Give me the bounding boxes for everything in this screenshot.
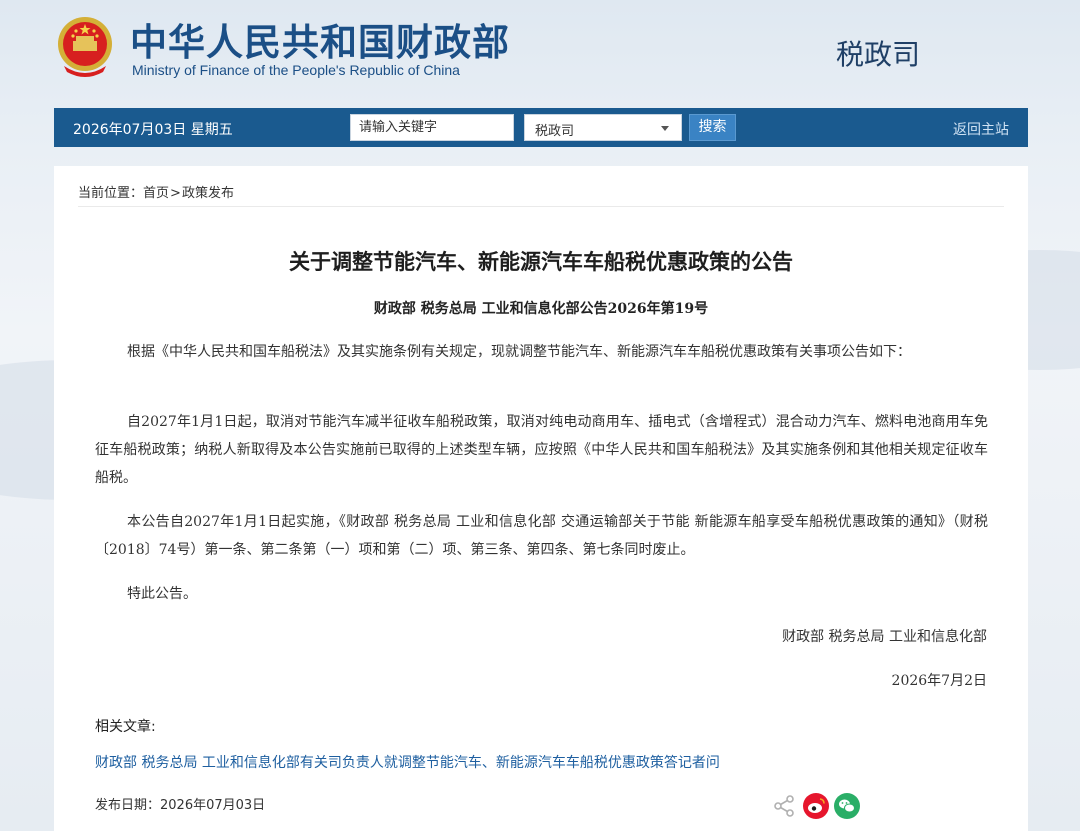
article-date: 2026年7月2日: [891, 673, 987, 689]
share-icon[interactable]: [771, 793, 797, 819]
article-signature: 财政部 税务总局 工业和信息化部: [782, 629, 987, 645]
related-article-link[interactable]: 财政部 税务总局 工业和信息化部有关司负责人就调整节能汽车、新能源汽车车船税优惠…: [95, 752, 720, 772]
breadcrumb-prefix: 当前位置：: [78, 186, 144, 201]
publish-date-label: 发布日期：: [95, 798, 161, 813]
content-panel: 当前位置：首页>政策发布 关于调整节能汽车、新能源汽车车船税优惠政策的公告 财政…: [54, 166, 1028, 831]
article-paragraph: 本公告自2027年1月1日起实施，《财政部 税务总局 工业和信息化部 交通运输部…: [95, 514, 988, 558]
breadcrumb-separator: >: [170, 186, 181, 201]
article-paragraph: 自2027年1月1日起，取消对节能汽车减半征收车船税政策，取消对纯电动商用车、插…: [95, 414, 988, 486]
article-paragraph: 特此公告。: [127, 586, 197, 602]
national-emblem-icon[interactable]: [54, 14, 116, 78]
department-select[interactable]: 税政司: [524, 114, 682, 141]
breadcrumb-home-link[interactable]: 首页: [143, 186, 169, 201]
publish-date: 发布日期：2026年07月03日: [95, 794, 265, 813]
publish-date-value: 2026年07月03日: [160, 798, 266, 813]
related-articles-heading: 相关文章:: [95, 719, 156, 735]
current-date: 2026年07月03日 星期五: [73, 122, 233, 138]
weibo-icon[interactable]: [803, 793, 829, 819]
article-paragraph: 根据《中华人民共和国车船税法》及其实施条例有关规定，现就调整节能汽车、新能源汽车…: [127, 344, 911, 360]
site-subtitle: Ministry of Finance of the People's Repu…: [132, 62, 460, 78]
article-title: 关于调整节能汽车、新能源汽车车船税优惠政策的公告: [289, 250, 793, 274]
site-header: 中华人民共和国财政部 Ministry of Finance of the Pe…: [0, 0, 1080, 108]
breadcrumb: 当前位置：首页>政策发布: [78, 182, 234, 201]
wechat-icon[interactable]: [834, 793, 860, 819]
document-number: 财政部 税务总局 工业和信息化部公告2026年第19号: [373, 301, 709, 317]
search-input[interactable]: [350, 114, 514, 141]
chevron-down-icon: [661, 126, 669, 131]
breadcrumb-divider: [78, 206, 1004, 207]
search-button[interactable]: 搜索: [689, 114, 736, 141]
department-name: 税政司: [836, 38, 921, 71]
site-title: 中华人民共和国财政部: [130, 21, 510, 64]
department-select-value: 税政司: [535, 124, 575, 139]
breadcrumb-section-link[interactable]: 政策发布: [182, 186, 234, 201]
navbar: 2026年07月03日 星期五 税政司 搜索 返回主站: [54, 108, 1028, 147]
return-home-link[interactable]: 返回主站: [953, 119, 1009, 139]
